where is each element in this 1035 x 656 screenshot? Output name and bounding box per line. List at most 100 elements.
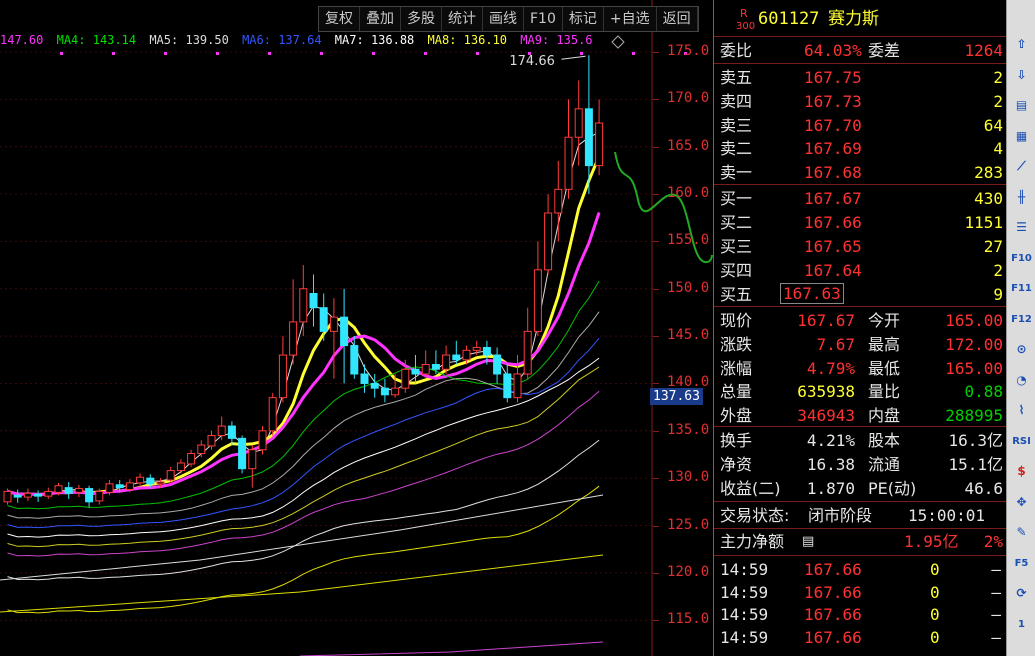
multi-stock-button[interactable]: 多股 — [401, 7, 442, 31]
order-level-label: 买四 — [720, 261, 753, 280]
y-tick-label: 135.0 — [667, 421, 710, 438]
long-ma-line — [0, 554, 604, 613]
wei-cha-value: 1264 — [964, 41, 1003, 60]
f10-icon[interactable]: F10 — [1011, 248, 1032, 269]
tick-row: 14:59 167.66 0 — — [718, 558, 1005, 581]
tick-price: 167.66 — [804, 605, 862, 624]
stat-row: 外盘 346943 内盘 288995 — [718, 404, 1005, 427]
order-volume: 1151 — [964, 213, 1003, 232]
candle-up — [462, 349, 471, 361]
tick-time: 14:59 — [720, 582, 769, 602]
candle-up — [44, 490, 53, 497]
table-icon[interactable]: ▦ — [1011, 126, 1032, 147]
candle-down — [370, 382, 379, 389]
quote-panel: R 300 601127 赛力斯 委比 64.03% 委差 1264 卖五 167… — [713, 0, 1007, 656]
candle-up — [544, 212, 553, 271]
ma-line — [7, 485, 600, 614]
divider — [714, 501, 1007, 502]
tick-volume: 0 — [930, 582, 940, 602]
overlay-button[interactable]: 叠加 — [360, 7, 401, 31]
candle-down — [493, 354, 502, 375]
candle-down — [227, 425, 236, 439]
kline-chart[interactable]: 174.66 — [0, 0, 713, 656]
candle-up — [23, 492, 32, 498]
refresh-icon[interactable]: ⟳ — [1011, 583, 1032, 604]
stat-row: 现价 167.67 今开 165.00 — [718, 309, 1005, 332]
sell-level-row: 卖五 167.75 2 — [718, 66, 1005, 89]
fund-value: 15.1亿 — [948, 454, 1003, 474]
analysis-icon[interactable]: ◔ — [1011, 370, 1032, 391]
candle-up — [564, 136, 573, 190]
buy-level-row: 买三 167.65 27 — [718, 235, 1005, 258]
event-dot — [476, 52, 479, 55]
candle-up — [329, 316, 338, 332]
rsi-icon[interactable]: RSI — [1011, 431, 1032, 452]
event-dot — [580, 52, 583, 55]
order-level-label: 买五 — [720, 285, 753, 304]
mark-button[interactable]: 标记 — [563, 7, 604, 31]
fund-label: PE(动) — [868, 478, 917, 498]
draw-line-button[interactable]: 画线 — [483, 7, 524, 31]
order-volume: 430 — [974, 189, 1003, 208]
candle-down — [380, 387, 389, 396]
y-tick-label: 155.0 — [667, 232, 710, 249]
candle-down — [411, 368, 420, 375]
stock-code[interactable]: 601127 — [758, 8, 819, 31]
candle-up — [156, 481, 165, 485]
candle-up — [125, 482, 134, 491]
page-number[interactable]: 1 — [1011, 614, 1032, 635]
candle-up — [166, 470, 175, 481]
candle-up — [74, 488, 83, 493]
stat-row: 涨幅 4.79% 最低 165.00 — [718, 357, 1005, 380]
statistics-button[interactable]: 统计 — [442, 7, 483, 31]
y-tick-mark — [653, 146, 659, 148]
move-icon[interactable]: ✥ — [1011, 492, 1032, 513]
y-tick-label: 165.0 — [667, 137, 710, 154]
list-icon[interactable]: ☰ — [1011, 217, 1032, 238]
tick-time: 14:59 — [720, 605, 769, 624]
report-icon[interactable]: ▤ — [1011, 95, 1032, 116]
line-chart-icon[interactable]: ⟋ — [1011, 156, 1032, 177]
order-volume: 64 — [983, 115, 1003, 135]
y-tick-mark — [653, 478, 659, 480]
arrow-up-icon[interactable]: ⇧ — [1011, 34, 1032, 55]
candle-down — [13, 494, 22, 498]
tick-price: 167.66 — [804, 582, 862, 602]
fund-label: 股本 — [868, 431, 901, 450]
fund-value: 16.38 — [806, 454, 855, 474]
chart-icon[interactable]: ⌇ — [1011, 400, 1032, 421]
main-flow-icon[interactable]: ▤ — [802, 530, 814, 553]
divider — [714, 426, 1007, 427]
pencil-icon[interactable]: ✎ — [1011, 522, 1032, 543]
f11-icon[interactable]: F11 — [1011, 278, 1032, 299]
arrow-down-icon[interactable]: ⇩ — [1011, 65, 1032, 86]
order-level-label: 卖四 — [720, 91, 753, 111]
add-watchlist-button[interactable]: +自选 — [604, 7, 657, 31]
tick-volume: 0 — [930, 560, 940, 579]
main-flow-row[interactable]: 主力净额 ▤ 1.95亿 2% — [718, 530, 1005, 553]
stock-name[interactable]: 赛力斯 — [828, 8, 879, 31]
buy-level-row: 买四 167.64 2 — [718, 259, 1005, 282]
indicator-icon[interactable]: ⊙ — [1011, 339, 1032, 360]
collapse-icon[interactable] — [611, 35, 625, 49]
f5-icon[interactable]: F5 — [1011, 553, 1032, 574]
f10-button[interactable]: F10 — [524, 7, 563, 31]
status-label: 交易状态: — [720, 506, 790, 525]
y-tick-label: 125.0 — [667, 516, 710, 533]
fund-label: 流通 — [868, 454, 901, 474]
candlestick-icon[interactable]: ╫ — [1011, 187, 1032, 208]
f12-icon[interactable]: F12 — [1011, 309, 1032, 330]
restore-rights-button[interactable]: 复权 — [319, 7, 360, 31]
wei-cha-label: 委差 — [868, 41, 901, 60]
candle-up — [105, 483, 114, 493]
order-price: 167.70 — [804, 115, 862, 135]
candle-up — [523, 330, 532, 375]
y-tick-label: 130.0 — [667, 469, 710, 486]
y-tick-mark — [653, 383, 659, 385]
dollar-icon[interactable]: $ — [1011, 461, 1032, 482]
order-price: 167.68 — [804, 163, 862, 183]
event-dot — [372, 52, 375, 55]
sell-level-row: 卖二 167.69 4 — [718, 137, 1005, 160]
candle-up — [554, 188, 563, 214]
y-tick-label: 150.0 — [667, 279, 710, 296]
